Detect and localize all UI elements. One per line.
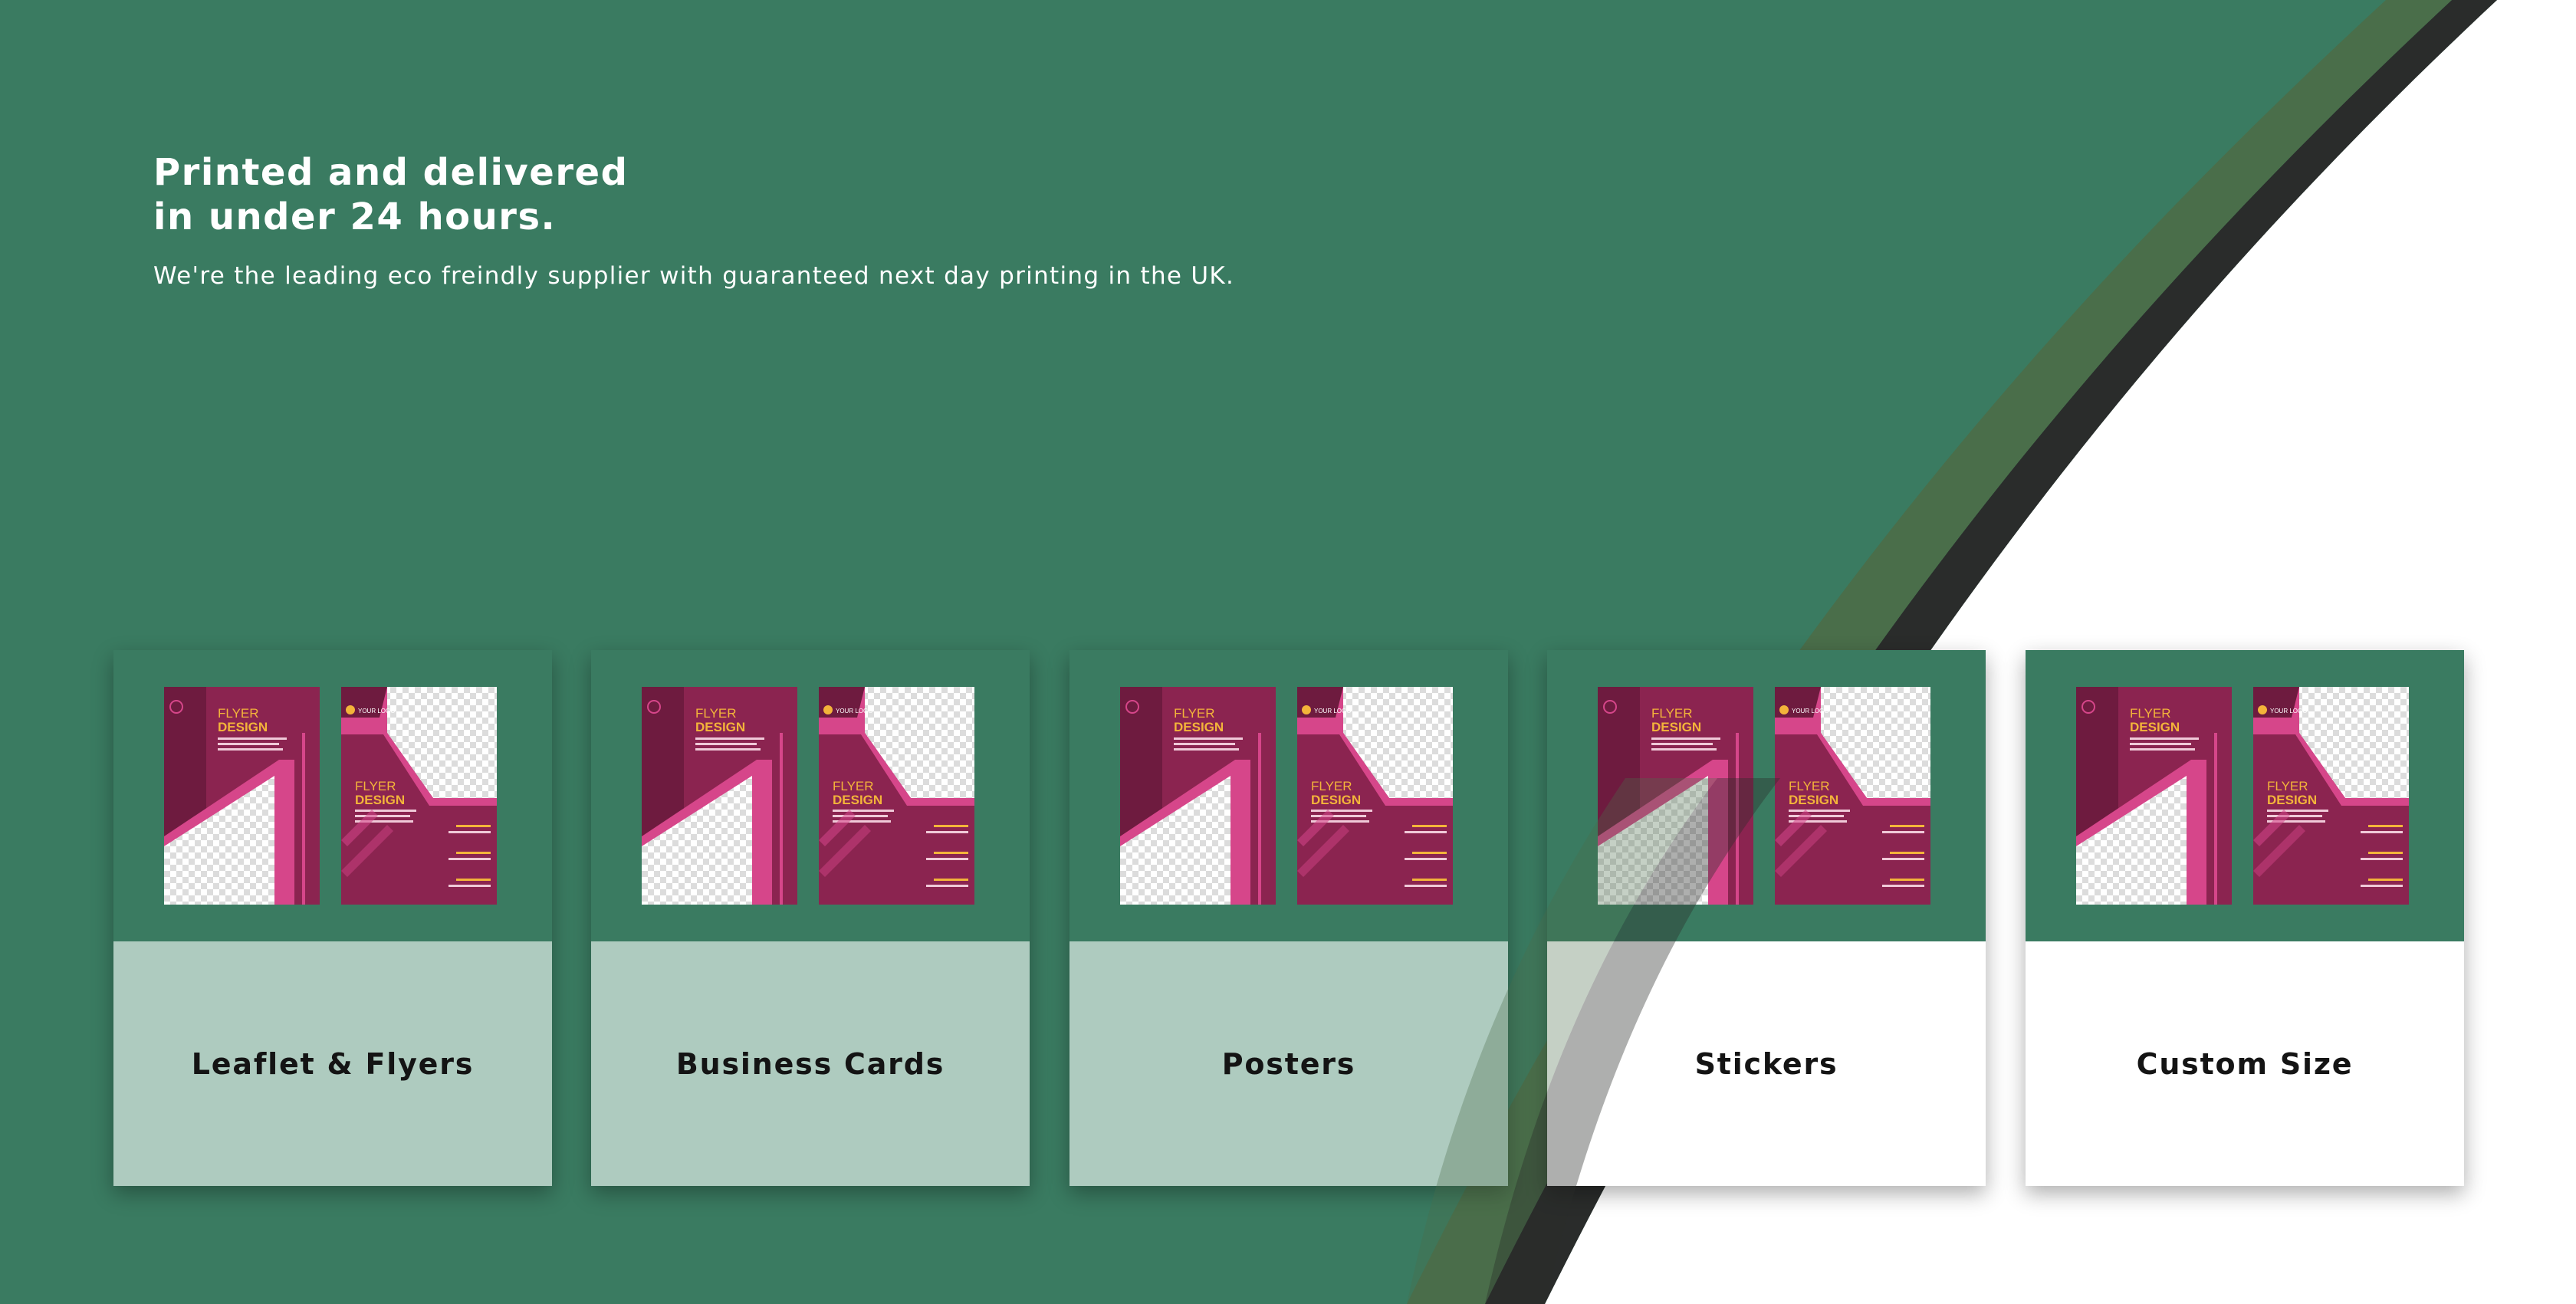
svg-text:FLYER: FLYER bbox=[695, 706, 737, 721]
hero-subtitle: We're the leading eco freindly supplier … bbox=[153, 262, 1235, 290]
flyer-design-image: FLYER DESIGN YOUR LOGO FLYER DESIGN bbox=[1598, 687, 1935, 905]
svg-text:YOUR LOGO: YOUR LOGO bbox=[836, 708, 872, 714]
product-card-label: Stickers bbox=[1694, 1046, 1838, 1081]
svg-text:DESIGN: DESIGN bbox=[695, 720, 745, 734]
svg-text:YOUR LOGO: YOUR LOGO bbox=[1314, 708, 1351, 714]
svg-text:YOUR LOGO: YOUR LOGO bbox=[2270, 708, 2307, 714]
svg-text:DESIGN: DESIGN bbox=[1789, 793, 1838, 807]
svg-text:DESIGN: DESIGN bbox=[1174, 720, 1224, 734]
svg-text:DESIGN: DESIGN bbox=[2267, 793, 2317, 807]
svg-text:DESIGN: DESIGN bbox=[218, 720, 268, 734]
flyer-design-image: FLYER DESIGN YOUR LOGO FLYER DESIGN bbox=[1120, 687, 1457, 905]
hero-title-line-1: Printed and delivered bbox=[153, 151, 629, 194]
hero-section: Printed and delivered in under 24 hours.… bbox=[153, 150, 1234, 290]
svg-text:YOUR LOGO: YOUR LOGO bbox=[358, 708, 395, 714]
flyer-design-image: FLYER DESIGN YOUR LOGO FLYER DESIGN bbox=[2076, 687, 2413, 905]
svg-text:FLYER: FLYER bbox=[1789, 779, 1830, 793]
svg-text:DESIGN: DESIGN bbox=[1311, 793, 1361, 807]
svg-text:FLYER: FLYER bbox=[2130, 706, 2171, 721]
svg-text:FLYER: FLYER bbox=[1174, 706, 1215, 721]
svg-text:FLYER: FLYER bbox=[2267, 779, 2308, 793]
svg-text:FLYER: FLYER bbox=[1651, 706, 1693, 721]
svg-text:DESIGN: DESIGN bbox=[833, 793, 882, 807]
product-card-label: Leaflet & Flyers bbox=[191, 1046, 475, 1081]
product-card-stickers[interactable]: FLYER DESIGN YOUR LOGO FLYER DESIGN Stic… bbox=[1547, 650, 1986, 1186]
product-card-leaflet-flyers[interactable]: FLYER DESIGN YOUR LOGO FLYER DESIGN Leaf… bbox=[113, 650, 552, 1186]
svg-text:DESIGN: DESIGN bbox=[1651, 720, 1701, 734]
product-card-label: Custom Size bbox=[2136, 1046, 2354, 1081]
hero-title: Printed and delivered in under 24 hours. bbox=[153, 150, 1234, 239]
svg-text:YOUR LOGO: YOUR LOGO bbox=[1792, 708, 1829, 714]
svg-text:FLYER: FLYER bbox=[218, 706, 259, 721]
svg-text:FLYER: FLYER bbox=[355, 779, 396, 793]
svg-text:FLYER: FLYER bbox=[1311, 779, 1352, 793]
product-card-label: Posters bbox=[1221, 1046, 1356, 1081]
svg-text:DESIGN: DESIGN bbox=[2130, 720, 2180, 734]
product-card-business-cards[interactable]: FLYER DESIGN YOUR LOGO FLYER DESIGN Busi… bbox=[591, 650, 1030, 1186]
flyer-design-image: FLYER DESIGN YOUR LOGO FLYER DESIGN bbox=[642, 687, 979, 905]
flyer-design-image: FLYER DESIGN YOUR LOGO FLYER DESIGN bbox=[164, 687, 501, 905]
hero-title-line-2: in under 24 hours. bbox=[153, 195, 557, 238]
product-card-label: Business Cards bbox=[675, 1046, 945, 1081]
product-card-custom-size[interactable]: FLYER DESIGN YOUR LOGO FLYER DESIGN Cust… bbox=[2026, 650, 2464, 1186]
svg-text:DESIGN: DESIGN bbox=[355, 793, 405, 807]
product-card-posters[interactable]: FLYER DESIGN YOUR LOGO FLYER DESIGN Post… bbox=[1070, 650, 1508, 1186]
svg-text:FLYER: FLYER bbox=[833, 779, 874, 793]
